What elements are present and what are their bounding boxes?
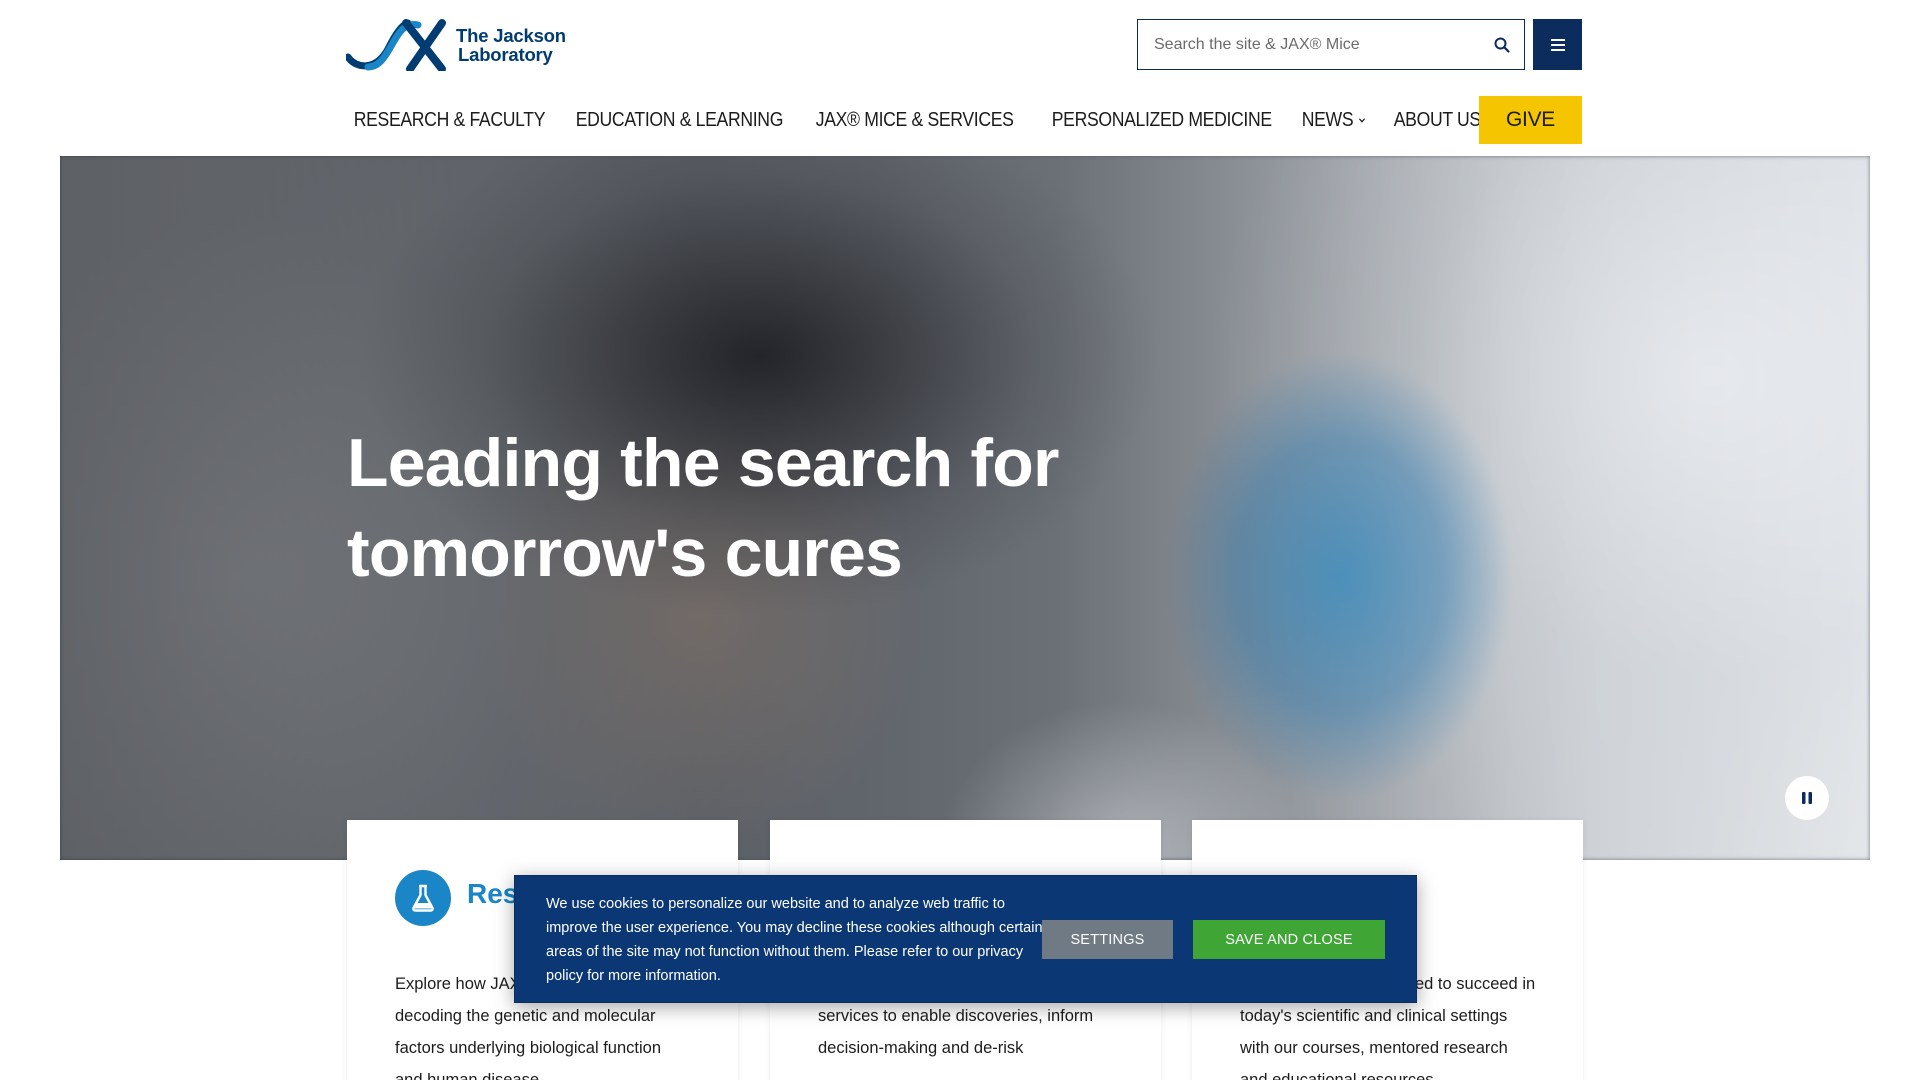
- hero-title-line-2: tomorrow's cures: [347, 515, 903, 591]
- main-nav: RESEARCH & FACULTY EDUCATION & LEARNING …: [346, 96, 1506, 144]
- card-body-line: decoding the genetic and molecular: [395, 1007, 656, 1025]
- cookie-save-and-close-button[interactable]: SAVE AND CLOSE: [1193, 920, 1385, 959]
- search-icon: [1494, 37, 1510, 53]
- pause-icon: [1802, 792, 1812, 804]
- cookie-consent-banner: We use cookies to personalize our websit…: [514, 875, 1417, 1003]
- search-box: [1137, 19, 1525, 70]
- search-button[interactable]: [1480, 20, 1524, 69]
- cookie-settings-button[interactable]: SETTINGS: [1042, 920, 1173, 959]
- hamburger-menu-icon: [1550, 38, 1565, 51]
- logo-line-1: The Jackson: [456, 25, 566, 46]
- site-header: The Jackson Laboratory RESEARCH & FACULT…: [0, 0, 1920, 156]
- card-body-line: services to enable discoveries, inform: [818, 1007, 1094, 1025]
- nav-item-label: PERSONALIZED MEDICINE: [1051, 108, 1272, 131]
- nav-item-label: JAX® MICE & SERVICES: [815, 108, 1014, 131]
- card-body-line: and educational resources.: [1240, 1071, 1439, 1080]
- jax-logo-link[interactable]: The Jackson Laboratory: [346, 18, 566, 72]
- card-body-line: with our courses, mentored research: [1240, 1039, 1508, 1057]
- card-body-line: today's scientific and clinical settings: [1240, 1007, 1508, 1025]
- search-input[interactable]: [1138, 20, 1480, 69]
- hero-title-line-1: Leading the search for: [347, 425, 1059, 501]
- hero-title: Leading the search for tomorrow's cures: [347, 418, 1147, 598]
- jax-logo-icon: [346, 19, 446, 71]
- chevron-down-icon: [1358, 117, 1365, 123]
- card-body-line: and human disease.: [395, 1071, 544, 1080]
- nav-list: RESEARCH & FACULTY EDUCATION & LEARNING …: [346, 96, 1506, 144]
- card-title: Res: [467, 878, 519, 909]
- nav-item-label: RESEARCH & FACULTY: [353, 108, 546, 131]
- nav-item-jax-mice-services[interactable]: JAX® MICE & SERVICES: [808, 96, 1014, 144]
- nav-item-label: EDUCATION & LEARNING: [575, 108, 784, 131]
- nav-item-research-faculty[interactable]: RESEARCH & FACULTY: [346, 96, 546, 144]
- nav-item-label: NEWS: [1301, 108, 1354, 131]
- logo-line-2: Laboratory: [458, 44, 553, 65]
- nav-item-about-us[interactable]: ABOUT US: [1386, 96, 1489, 144]
- hero-banner: Leading the search for tomorrow's cures: [60, 156, 1870, 860]
- nav-item-news[interactable]: NEWS: [1294, 96, 1373, 144]
- menu-button[interactable]: [1533, 19, 1582, 70]
- nav-item-education-learning[interactable]: EDUCATION & LEARNING: [568, 96, 784, 144]
- nav-item-label: ABOUT US: [1393, 108, 1481, 131]
- flask-icon: [412, 884, 434, 912]
- card-body-line: decision-making and de-risk: [818, 1039, 1024, 1057]
- logo-wordmark: The Jackson Laboratory: [456, 26, 566, 64]
- nav-item-personalized-medicine[interactable]: PERSONALIZED MEDICINE: [1044, 96, 1272, 144]
- card-icon-circle: [395, 870, 451, 926]
- give-button[interactable]: GIVE: [1479, 96, 1582, 144]
- card-body-line: factors underlying biological function: [395, 1039, 661, 1057]
- cookie-message: We use cookies to personalize our websit…: [546, 896, 1043, 984]
- pause-button[interactable]: [1785, 776, 1829, 820]
